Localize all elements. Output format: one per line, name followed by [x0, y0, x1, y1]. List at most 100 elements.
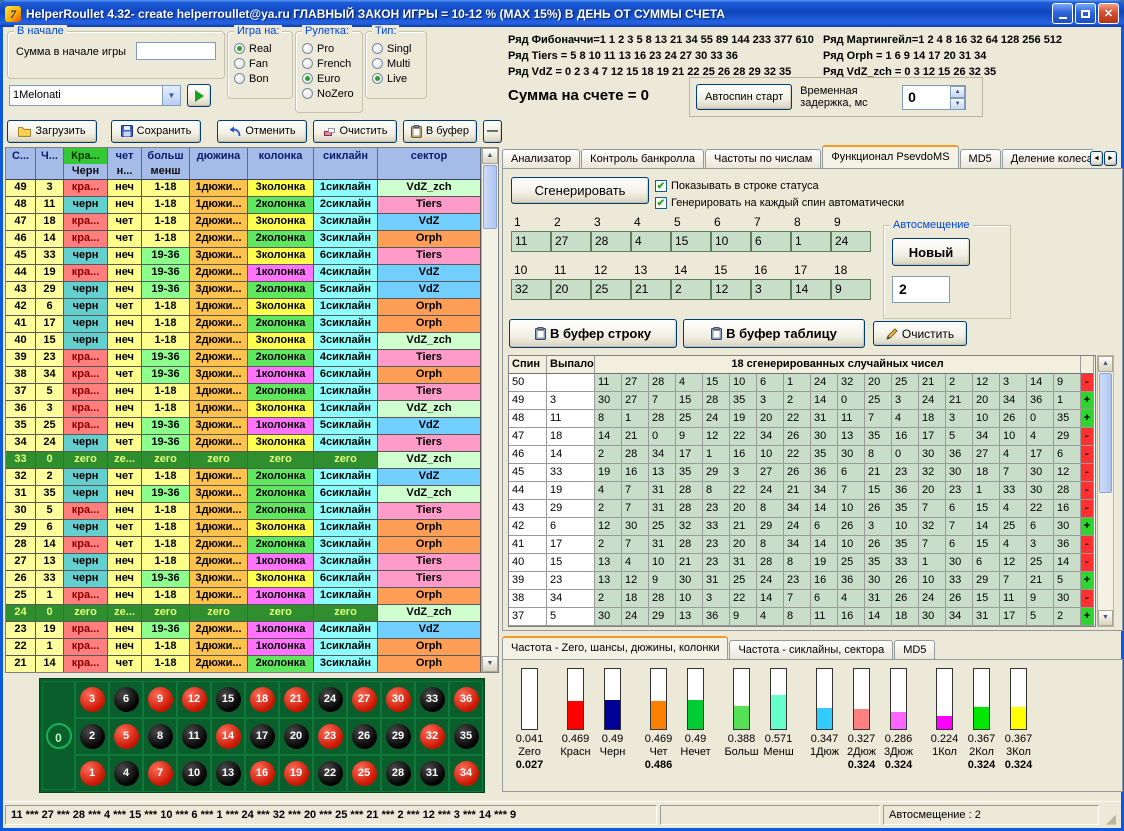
radio-NoZero[interactable]: NoZero: [296, 86, 362, 101]
save-button[interactable]: Сохранить: [111, 120, 201, 143]
board-cell-5[interactable]: 5: [109, 718, 143, 755]
column-header[interactable]: Кра...Черн: [64, 148, 108, 180]
history-row[interactable]: 322чернчет1-181дюжи...2колонка1сиклайнVd…: [6, 469, 481, 486]
history-row[interactable]: 4614кра...чет1-182дюжи...2колонка3сиклай…: [6, 231, 481, 248]
board-cell-zero[interactable]: 0: [42, 681, 75, 790]
board-cell-14[interactable]: 14: [211, 718, 245, 755]
tab-Анализатор[interactable]: Анализатор: [502, 149, 580, 168]
generate-button[interactable]: Сгенерировать: [511, 177, 649, 204]
board-cell-19[interactable]: 19: [279, 755, 313, 792]
history-row[interactable]: 363кра...неч1-181дюжи...3колонка1сиклайн…: [6, 401, 481, 418]
history-row[interactable]: 3525кра...неч19-363дюжи...1колонка5сикла…: [6, 418, 481, 435]
board-cell-36[interactable]: 36: [449, 681, 483, 718]
history-row[interactable]: 296чернчет1-181дюжи...3колонка1сиклайнOr…: [6, 520, 481, 537]
spinner-up-icon[interactable]: ▲: [950, 86, 965, 98]
board-cell-9[interactable]: 9: [143, 681, 177, 718]
history-row[interactable]: 2814кра...чет1-182дюжи...2колонка3сиклай…: [6, 537, 481, 554]
scroll-up-icon[interactable]: ▲: [482, 148, 498, 164]
to-buffer-button[interactable]: В буфер: [403, 120, 477, 143]
spin-table-scrollbar[interactable]: ▲ ▼: [1097, 355, 1114, 627]
history-row[interactable]: 4117черннеч1-182дюжи...2колонка3сиклайнO…: [6, 316, 481, 333]
tab-MD5[interactable]: MD5: [960, 149, 1001, 168]
history-row[interactable]: 2114кра...чет1-182дюжи...2колонка3сиклай…: [6, 656, 481, 672]
tab-Контроль банкролла[interactable]: Контроль банкролла: [581, 149, 704, 168]
history-table[interactable]: С...Ч...Кра...Чернчетн...большменшдюжина…: [5, 147, 499, 673]
column-header[interactable]: большменш: [142, 148, 190, 180]
board-cell-24[interactable]: 24: [313, 681, 347, 718]
scroll-down-icon[interactable]: ▼: [1098, 610, 1113, 626]
radio-Pro[interactable]: Pro: [296, 41, 362, 56]
board-cell-6[interactable]: 6: [109, 681, 143, 718]
new-button[interactable]: Новый: [892, 238, 970, 266]
column-header[interactable]: сектор: [378, 148, 481, 180]
board-cell-18[interactable]: 18: [245, 681, 279, 718]
scrollbar-thumb[interactable]: [483, 165, 497, 229]
tab-scroll-right[interactable]: ►: [1104, 151, 1117, 166]
board-cell-16[interactable]: 16: [245, 755, 279, 792]
history-scrollbar[interactable]: ▲ ▼: [481, 148, 498, 672]
load-button[interactable]: Загрузить: [7, 120, 97, 143]
history-row[interactable]: 251кра...неч1-181дюжи...1колонка1сиклайн…: [6, 588, 481, 605]
history-row[interactable]: 2319кра...неч19-362дюжи...1колонка4сикла…: [6, 622, 481, 639]
tab-MD5[interactable]: MD5: [894, 640, 935, 659]
maximize-button[interactable]: [1075, 3, 1096, 24]
board-cell-4[interactable]: 4: [109, 755, 143, 792]
checkbox-checked-icon[interactable]: ✔: [655, 180, 667, 192]
spinner-down-icon[interactable]: ▼: [950, 98, 965, 110]
scroll-up-icon[interactable]: ▲: [1098, 356, 1113, 372]
copy-table-button[interactable]: В буфер таблицу: [683, 319, 865, 348]
copy-row-button[interactable]: В буфер строку: [509, 319, 677, 348]
history-row[interactable]: 375кра...неч1-181дюжи...2колонка1сиклайн…: [6, 384, 481, 401]
board-cell-12[interactable]: 12: [177, 681, 211, 718]
history-row[interactable]: 4015черннеч1-182дюжи...3колонка3сиклайнV…: [6, 333, 481, 350]
history-row[interactable]: 493кра...неч1-181дюжи...3колонка1сиклайн…: [6, 180, 481, 197]
radio-Euro[interactable]: Euro: [296, 71, 362, 86]
auto-generate-checkbox[interactable]: ✔ Генерировать на каждый спин автоматиче…: [655, 197, 904, 209]
column-header[interactable]: сиклайн: [314, 148, 378, 180]
history-row[interactable]: 4718кра...чет1-182дюжи...3колонка3сиклай…: [6, 214, 481, 231]
column-header[interactable]: четн...: [108, 148, 142, 180]
board-cell-23[interactable]: 23: [313, 718, 347, 755]
board-cell-25[interactable]: 25: [347, 755, 381, 792]
board-cell-30[interactable]: 30: [381, 681, 415, 718]
column-header[interactable]: С...: [6, 148, 36, 180]
history-row[interactable]: 3834кра...чет19-363дюжи...1колонка6сикла…: [6, 367, 481, 384]
history-row[interactable]: 3424чернчет19-362дюжи...3колонка4сиклайн…: [6, 435, 481, 452]
board-cell-17[interactable]: 17: [245, 718, 279, 755]
minimize-button[interactable]: [1052, 3, 1073, 24]
radio-Multi[interactable]: Multi: [366, 56, 426, 71]
preset-combobox[interactable]: 1Melonati ▼: [9, 85, 181, 106]
scrollbar-thumb[interactable]: [1099, 373, 1112, 493]
board-cell-15[interactable]: 15: [211, 681, 245, 718]
board-cell-8[interactable]: 8: [143, 718, 177, 755]
history-row[interactable]: 426чернчет1-181дюжи...3колонка1сиклайнOr…: [6, 299, 481, 316]
board-cell-28[interactable]: 28: [381, 755, 415, 792]
undo-button[interactable]: Отменить: [217, 120, 307, 143]
board-cell-35[interactable]: 35: [449, 718, 483, 755]
board-cell-29[interactable]: 29: [381, 718, 415, 755]
resize-grip[interactable]: ◢: [1106, 811, 1120, 827]
title-bar[interactable]: 7 HelperRoullet 4.32- create helperroull…: [0, 0, 1124, 27]
tab-Функционал PsevdoMS[interactable]: Функционал PsevdoMS: [822, 145, 958, 168]
board-cell-20[interactable]: 20: [279, 718, 313, 755]
board-cell-13[interactable]: 13: [211, 755, 245, 792]
clear-button[interactable]: Очистить: [313, 120, 397, 143]
board-cell-27[interactable]: 27: [347, 681, 381, 718]
tab-Частота - сиклайны, сектора[interactable]: Частота - сиклайны, сектора: [729, 640, 893, 659]
history-row[interactable]: 305кра...неч1-181дюжи...2колонка1сиклайн…: [6, 503, 481, 520]
radio-Singl[interactable]: Singl: [366, 41, 426, 56]
board-cell-22[interactable]: 22: [313, 755, 347, 792]
scroll-down-icon[interactable]: ▼: [482, 656, 498, 672]
board-cell-3[interactable]: 3: [75, 681, 109, 718]
tab-Деление колеса на[interactable]: Деление колеса на: [1002, 149, 1093, 168]
radio-French[interactable]: French: [296, 56, 362, 71]
radio-Live[interactable]: Live: [366, 71, 426, 86]
board-cell-34[interactable]: 34: [449, 755, 483, 792]
board-cell-7[interactable]: 7: [143, 755, 177, 792]
board-cell-26[interactable]: 26: [347, 718, 381, 755]
board-cell-11[interactable]: 11: [177, 718, 211, 755]
clear-generated-button[interactable]: Очистить: [873, 321, 967, 346]
column-header[interactable]: колонка: [248, 148, 314, 180]
board-cell-2[interactable]: 2: [75, 718, 109, 755]
history-row[interactable]: 4811черннеч1-181дюжи...2колонка2сиклайнT…: [6, 197, 481, 214]
